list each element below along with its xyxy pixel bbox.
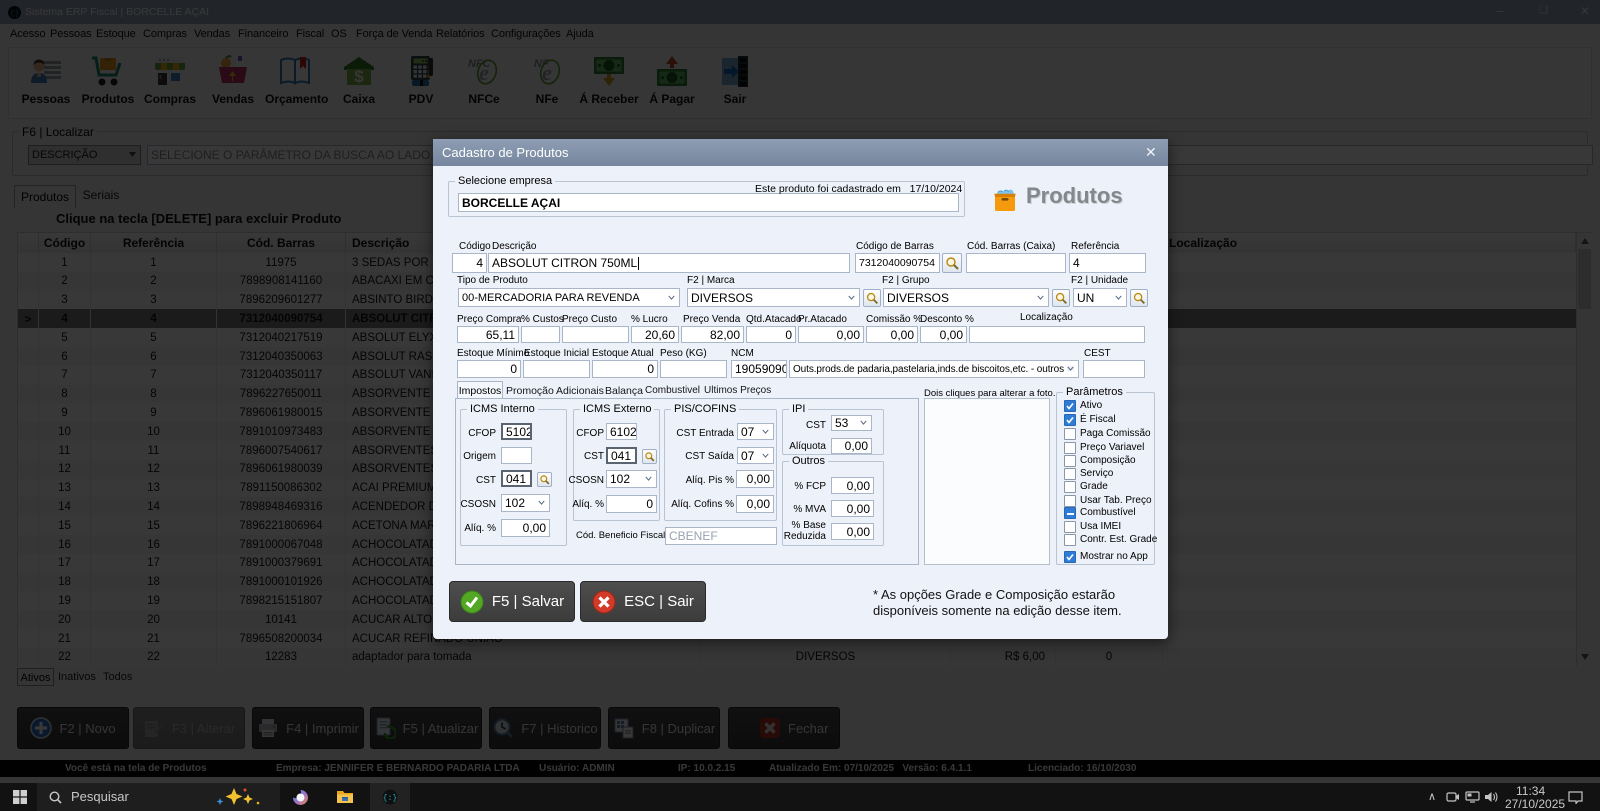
svg-text:{:}: {:} <box>383 794 397 803</box>
